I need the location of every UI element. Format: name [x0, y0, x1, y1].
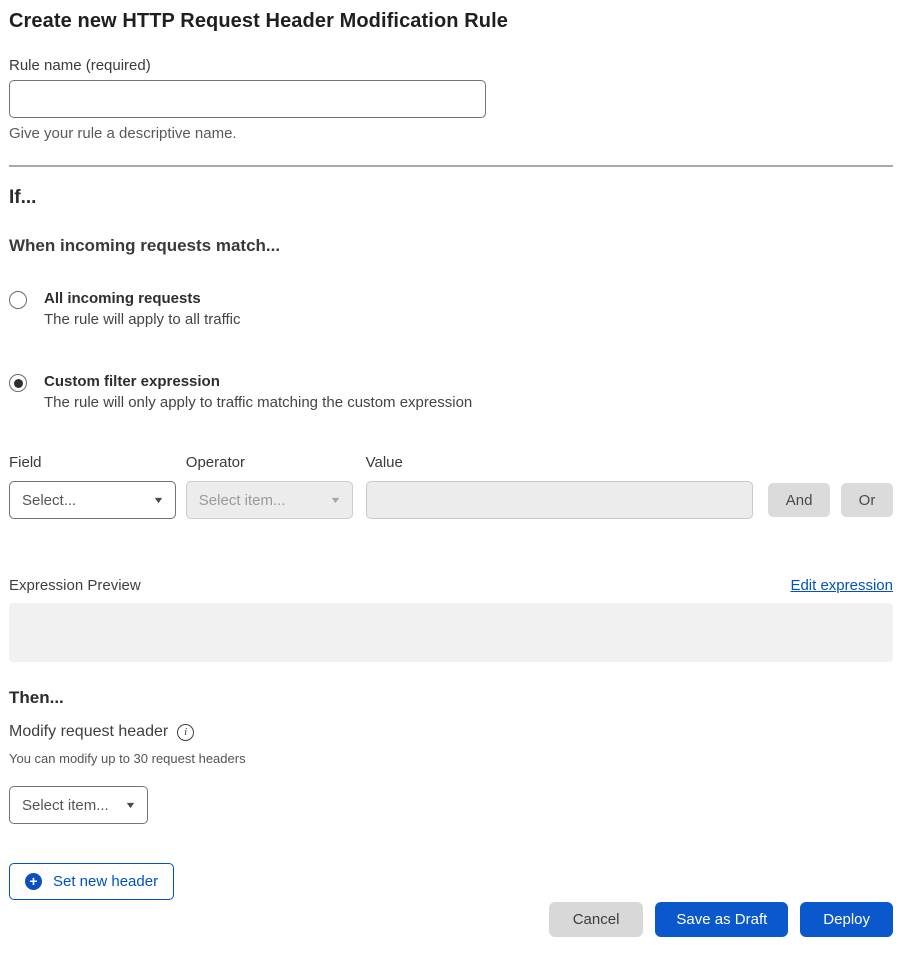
create-rule-form: Create new HTTP Request Header Modificat… — [0, 0, 899, 937]
radio-all-requests[interactable] — [9, 291, 27, 309]
rule-name-label: Rule name (required) — [9, 56, 893, 75]
operator-select: Select item... ▼ — [186, 481, 353, 519]
then-section-heading: Then... — [9, 687, 893, 709]
chevron-down-icon: ▼ — [152, 495, 164, 505]
or-button[interactable]: Or — [841, 483, 893, 517]
radio-custom-expression-description: The rule will only apply to traffic matc… — [44, 392, 472, 414]
modify-request-header-label: Modify request header — [9, 722, 168, 742]
deploy-button[interactable]: Deploy — [800, 902, 893, 937]
value-label: Value — [366, 453, 754, 472]
field-label: Field — [9, 453, 176, 472]
expression-builder-row: Field Select... ▼ Operator Select item..… — [9, 453, 893, 519]
modify-header-row: Modify request header i — [9, 722, 893, 742]
expression-preview-label: Expression Preview — [9, 576, 141, 596]
field-select-value: Select... — [22, 492, 76, 509]
field-select[interactable]: Select... ▼ — [9, 481, 176, 519]
page-title: Create new HTTP Request Header Modificat… — [9, 8, 893, 34]
chevron-down-icon: ▼ — [124, 800, 136, 810]
radio-custom-expression[interactable] — [9, 374, 27, 392]
match-subheading: When incoming requests match... — [9, 236, 893, 256]
save-as-draft-button[interactable]: Save as Draft — [655, 902, 788, 937]
plus-icon: + — [25, 873, 42, 890]
header-action-select-value: Select item... — [22, 797, 109, 814]
set-new-header-label: Set new header — [53, 873, 158, 890]
modify-header-help: You can modify up to 30 request headers — [9, 751, 893, 766]
rule-name-help: Give your rule a descriptive name. — [9, 124, 893, 143]
radio-option-custom-expression[interactable]: Custom filter expression The rule will o… — [9, 372, 893, 414]
edit-expression-link[interactable]: Edit expression — [790, 577, 893, 594]
expression-preview-header: Expression Preview Edit expression — [9, 576, 893, 596]
radio-all-requests-label[interactable]: All incoming requests — [44, 289, 240, 309]
header-action-select[interactable]: Select item... ▼ — [9, 786, 148, 824]
rule-name-input[interactable] — [9, 80, 486, 118]
operator-select-value: Select item... — [199, 492, 286, 509]
radio-custom-expression-label[interactable]: Custom filter expression — [44, 372, 472, 392]
footer-actions: Cancel Save as Draft Deploy — [9, 902, 893, 937]
info-icon[interactable]: i — [177, 724, 194, 741]
if-section-heading: If... — [9, 186, 893, 210]
chevron-down-icon: ▼ — [329, 495, 341, 505]
cancel-button[interactable]: Cancel — [549, 902, 644, 937]
section-divider — [9, 165, 893, 167]
value-input — [366, 481, 754, 519]
set-new-header-button[interactable]: + Set new header — [9, 863, 174, 900]
and-button[interactable]: And — [768, 483, 830, 517]
operator-label: Operator — [186, 453, 353, 472]
expression-preview-box — [9, 603, 893, 662]
radio-option-all-requests[interactable]: All incoming requests The rule will appl… — [9, 289, 893, 331]
radio-all-requests-description: The rule will apply to all traffic — [44, 309, 240, 331]
